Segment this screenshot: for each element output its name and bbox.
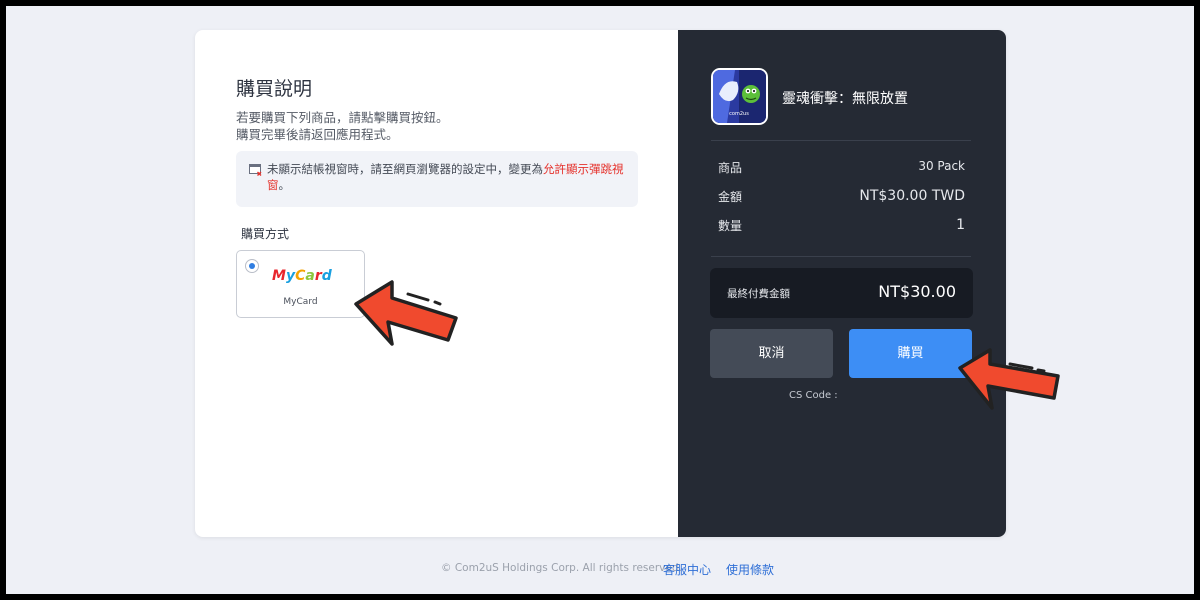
annotation-arrow-left bbox=[354, 280, 458, 346]
summary-row-quantity: 數量 1 bbox=[718, 217, 965, 234]
payment-radio-selected[interactable] bbox=[245, 259, 259, 273]
divider bbox=[711, 140, 971, 141]
svg-text:MyCard: MyCard bbox=[272, 268, 332, 284]
summary-row-item: 商品 30 Pack bbox=[718, 159, 965, 176]
copyright-text: © Com2uS Holdings Corp. All rights reser… bbox=[441, 562, 682, 574]
popup-notice: 未顯示結帳視窗時，請至網頁瀏覽器的設定中，變更為允許顯示彈跳視窗。 bbox=[236, 151, 638, 207]
purchase-instructions: 若要購買下列商品，請點擊購買按鈕。 購買完畢後請返回應用程式。 bbox=[236, 109, 449, 143]
game-name: 靈魂衝擊：無限放置 bbox=[782, 91, 908, 107]
notice-text-before: 未顯示結帳視窗時，請至網頁瀏覽器的設定中，變更為 bbox=[267, 162, 543, 176]
row-value: 30 Pack bbox=[918, 159, 965, 173]
instruction-line-2: 購買完畢後請返回應用程式。 bbox=[236, 127, 399, 142]
popup-notice-text: 未顯示結帳視窗時，請至網頁瀏覽器的設定中，變更為允許顯示彈跳視窗。 bbox=[248, 161, 624, 193]
payment-method-name: MyCard bbox=[283, 297, 318, 307]
final-amount-label: 最終付費金額 bbox=[727, 288, 790, 300]
checkout-card: 購買說明 若要購買下列商品，請點擊購買按鈕。 購買完畢後請返回應用程式。 未顯示… bbox=[195, 30, 1006, 537]
row-value: 1 bbox=[956, 217, 965, 233]
notice-text-after: 。 bbox=[278, 178, 291, 192]
row-value: NT$30.00 TWD bbox=[859, 188, 965, 204]
summary-row-amount: 金額 NT$30.00 TWD bbox=[718, 188, 965, 205]
payment-method-label: 購買方式 bbox=[241, 227, 290, 241]
payment-option-mycard[interactable]: MyCard MyCard bbox=[236, 250, 365, 318]
page-background: 購買說明 若要購買下列商品，請點擊購買按鈕。 購買完畢後請返回應用程式。 未顯示… bbox=[6, 6, 1194, 594]
annotation-arrow-right bbox=[958, 348, 1060, 410]
divider bbox=[711, 256, 971, 257]
row-label: 商品 bbox=[718, 161, 743, 175]
final-amount-value: NT$30.00 bbox=[878, 282, 956, 301]
row-label: 金額 bbox=[718, 190, 743, 204]
instruction-line-1: 若要購買下列商品，請點擊購買按鈕。 bbox=[236, 110, 449, 125]
support-link[interactable]: 客服中心 bbox=[663, 561, 711, 578]
game-icon: com2us bbox=[711, 68, 768, 125]
page-title: 購買說明 bbox=[236, 78, 313, 100]
mycard-logo: MyCard bbox=[272, 268, 332, 284]
final-amount-box: 最終付費金額 NT$30.00 bbox=[710, 268, 973, 318]
terms-link[interactable]: 使用條款 bbox=[726, 561, 774, 578]
row-label: 數量 bbox=[718, 219, 743, 233]
game-icon-caption: com2us bbox=[729, 111, 749, 117]
order-summary-panel: com2us 靈魂衝擊：無限放置 商品 30 Pack 金額 NT$30.00 … bbox=[678, 30, 1006, 537]
cancel-button[interactable]: 取消 bbox=[710, 329, 833, 378]
popup-blocked-icon bbox=[249, 164, 262, 176]
cs-code-label: CS Code : bbox=[789, 390, 838, 401]
